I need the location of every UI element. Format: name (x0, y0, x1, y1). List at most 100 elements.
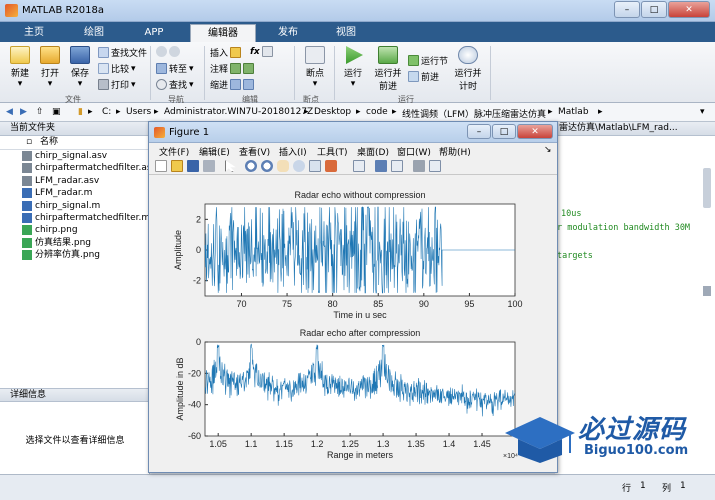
back-forward-buttons[interactable] (156, 46, 180, 57)
save-figure-icon[interactable] (187, 160, 199, 172)
brush-icon[interactable] (325, 160, 337, 172)
save-button[interactable]: 保存 ▾ (66, 46, 94, 89)
file-list-item[interactable]: chirpaftermatchedfilter.m (0, 212, 150, 224)
goto-button[interactable]: 转至 ▾ (156, 62, 194, 75)
run-and-advance-button[interactable]: 运行并 前进 (372, 46, 404, 92)
print-button[interactable]: 打印 ▾ (98, 78, 136, 91)
show-plot-tools-icon[interactable] (429, 160, 441, 172)
address-dropdown-icon[interactable]: ▾ (700, 107, 705, 117)
name-column-header[interactable]: ▫ 名称 (0, 136, 149, 150)
insert-button[interactable]: 插入 (210, 46, 242, 59)
new-figure-icon[interactable] (155, 160, 167, 172)
file-type-icon (22, 212, 32, 223)
hide-plot-tools-icon[interactable] (413, 160, 425, 172)
file-list-item[interactable]: chirpaftermatchedfilter.asv (0, 162, 157, 174)
breadcrumb-code[interactable]: code (366, 107, 388, 117)
menu-edit[interactable]: 编辑(E) (199, 145, 230, 158)
print-figure-icon[interactable] (203, 160, 215, 172)
data-cursor-icon[interactable] (309, 160, 321, 172)
file-list-item[interactable]: LFM_radar.asv (0, 175, 149, 187)
code-comment-line[interactable]: r modulation bandwidth 30M (557, 223, 690, 233)
back-icon[interactable]: ◀ (6, 107, 13, 117)
comment-button[interactable]: 注释 (210, 62, 255, 75)
browse-folder-icon[interactable]: ▣ (52, 107, 61, 117)
find-files-icon (98, 47, 109, 58)
file-type-icon (22, 151, 32, 161)
zoom-in-icon[interactable] (245, 160, 257, 172)
file-name: chirp_signal.m (35, 200, 101, 211)
pan-hand-icon[interactable] (277, 160, 289, 172)
breakpoints-button[interactable]: 断点 ▾ (300, 46, 330, 89)
tab-editor[interactable]: 编辑器 (190, 24, 256, 42)
file-list-item[interactable]: 分辨率仿真.png (0, 249, 149, 261)
close-button[interactable]: ✕ (668, 1, 710, 18)
rotate-3d-icon[interactable] (293, 160, 305, 172)
code-comment-line[interactable]: targets (557, 251, 593, 261)
open-file-icon[interactable] (171, 160, 183, 172)
menu-desktop[interactable]: 桌面(D) (357, 145, 389, 158)
folder-up-icon[interactable]: ⇧ (36, 107, 44, 117)
link-plot-icon[interactable] (353, 160, 365, 172)
compare-button[interactable]: 比较 ▾ (98, 62, 136, 75)
editor-scroll-thumb[interactable] (703, 286, 711, 296)
menu-insert[interactable]: 插入(I) (279, 145, 307, 158)
run-button[interactable]: 运行 ▾ (338, 46, 368, 89)
breadcrumb-administrator[interactable]: Administrator.WIN7U-20180127Z (164, 107, 313, 117)
bottom-chart-title: Radar echo after compression (300, 328, 421, 338)
find-button[interactable]: 查找 ▾ (156, 78, 194, 91)
figure-minimize-button[interactable]: – (467, 124, 491, 139)
breadcrumb-matlab[interactable]: Matlab (558, 107, 589, 117)
file-list-item[interactable]: 仿真结果.png (0, 237, 149, 249)
file-list-item[interactable]: chirp_signal.m (0, 200, 149, 212)
new-button[interactable]: 新建 ▾ (6, 46, 34, 89)
file-list-item[interactable]: chirp_signal.asv (0, 150, 149, 162)
top-x-tick-label: 85 (373, 299, 383, 309)
run-and-time-button[interactable]: 运行并 计时 (452, 46, 484, 92)
fx-button[interactable]: fx (250, 46, 273, 57)
menu-view[interactable]: 查看(V) (239, 145, 270, 158)
matlab-logo-icon (5, 4, 18, 17)
top-x-tick-label: 95 (464, 299, 474, 309)
menu-file[interactable]: 文件(F) (159, 145, 189, 158)
legend-icon[interactable] (391, 160, 403, 172)
editor-scrollbar[interactable] (703, 168, 711, 208)
breadcrumb-users[interactable]: Users (126, 107, 151, 117)
bottom-x-tick-label: 1.45 (473, 439, 491, 449)
menu-tools[interactable]: 工具(T) (317, 145, 348, 158)
bottom-y-axis-label: Amplitude in dB (175, 357, 185, 420)
tab-apps[interactable]: APP (128, 24, 180, 42)
tab-home[interactable]: 主页 (8, 24, 60, 42)
tab-plots[interactable]: 绘图 (68, 24, 120, 42)
breadcrumb-project[interactable]: 线性调频（LFM）脉冲压缩雷达仿真 (402, 107, 546, 120)
column-label: 列 (662, 484, 672, 494)
dock-arrow-icon[interactable]: ↘ (544, 145, 552, 155)
code-comment-line[interactable]: 10us (561, 209, 581, 219)
figure-plots-svg[interactable]: Radar echo without compression Time in u … (149, 176, 557, 472)
figure-close-button[interactable]: ✕ (517, 124, 553, 139)
indent-button[interactable]: 缩进 (210, 78, 255, 91)
tab-publish[interactable]: 发布 (262, 24, 314, 42)
file-list-item[interactable]: chirp.png (0, 224, 149, 236)
find-files-button[interactable]: 查找文件 (98, 46, 147, 59)
maximize-button[interactable]: □ (641, 1, 667, 18)
figure-maximize-button[interactable]: □ (492, 124, 516, 139)
top-x-tick-label: 90 (419, 299, 429, 309)
menu-window[interactable]: 窗口(W) (397, 145, 431, 158)
forward-icon[interactable]: ▶ (20, 107, 27, 117)
open-button[interactable]: 打开 ▾ (36, 46, 64, 89)
breadcrumb-desktop[interactable]: Desktop (314, 107, 351, 117)
advance-button[interactable]: 前进 (408, 70, 439, 83)
minimize-button[interactable]: – (614, 1, 640, 18)
bottom-x-tick-label: 1.1 (245, 439, 258, 449)
details-panel-title: 详细信息 (0, 388, 149, 402)
file-list-item[interactable]: LFM_radar.m (0, 187, 149, 199)
run-section-button[interactable]: 运行节 (408, 54, 448, 67)
select-arrow-icon[interactable] (225, 160, 236, 172)
breadcrumb-drive[interactable]: C: (102, 107, 111, 117)
bottom-x-tick-label: 1.25 (341, 439, 359, 449)
menu-help[interactable]: 帮助(H) (439, 145, 471, 158)
zoom-out-icon[interactable] (261, 160, 273, 172)
colorbar-icon[interactable] (375, 160, 387, 172)
tab-view[interactable]: 视图 (320, 24, 372, 42)
bottom-x-tick-label: 1.3 (377, 439, 390, 449)
